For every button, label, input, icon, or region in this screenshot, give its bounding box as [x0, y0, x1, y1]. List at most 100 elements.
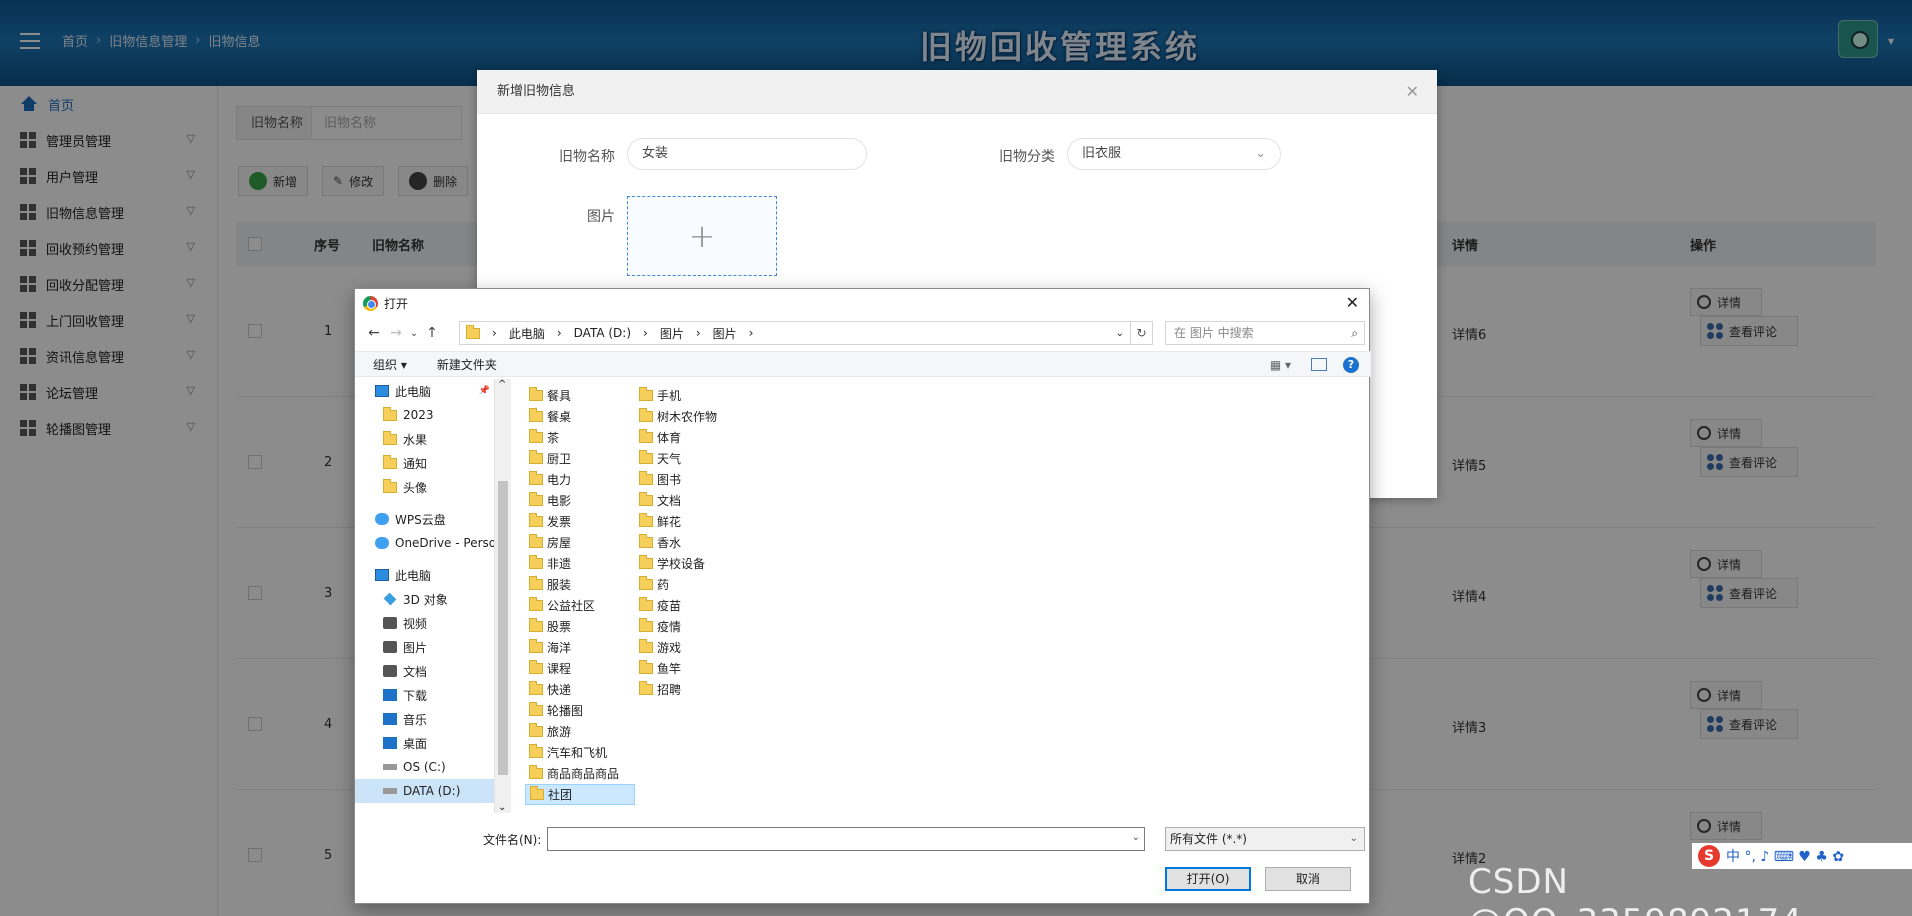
image-upload[interactable]: + [627, 196, 777, 276]
folder-item[interactable]: 餐具 [525, 385, 635, 406]
path-segment[interactable]: 图片 [713, 325, 737, 342]
tree-item[interactable]: DATA (D:) [355, 779, 494, 803]
folder-icon [529, 765, 543, 779]
chevron-down-icon[interactable]: ⌄ [407, 328, 421, 339]
folder-item[interactable]: 轮播图 [525, 700, 635, 721]
scroll-up-icon[interactable]: ^ [498, 379, 506, 390]
chevron-down-icon[interactable]: ⌄ [1116, 328, 1124, 339]
organize-button[interactable]: 组织 ▾ [373, 356, 407, 373]
folder-item[interactable]: 社团 [525, 784, 635, 805]
folder-item[interactable]: 服装 [525, 574, 635, 595]
tree-item-label: 桌面 [403, 736, 428, 751]
folder-item[interactable]: 疫苗 [635, 595, 745, 616]
folder-item[interactable]: 文档 [635, 490, 745, 511]
chevron-down-icon[interactable]: ⌄ [1132, 832, 1140, 843]
pc-icon [375, 569, 389, 581]
folder-item[interactable]: 商品商品商品 [525, 763, 635, 784]
tree-item[interactable]: 头像 [355, 475, 494, 499]
view-options-icon[interactable]: ▦ ▾ [1270, 358, 1291, 372]
folder-item[interactable]: 非遗 [525, 553, 635, 574]
folder-item[interactable]: 图书 [635, 469, 745, 490]
scroll-down-icon[interactable]: ⌄ [498, 802, 506, 813]
filename-input[interactable]: ⌄ [547, 827, 1145, 851]
filetype-select[interactable]: 所有文件 (*.*) ⌄ [1165, 827, 1365, 851]
tree-item[interactable]: OS (C:) [355, 755, 494, 779]
folder-item[interactable]: 疫情 [635, 616, 745, 637]
folder-item[interactable]: 学校设备 [635, 553, 745, 574]
folder-item[interactable]: 厨卫 [525, 448, 635, 469]
folder-item[interactable]: 公益社区 [525, 595, 635, 616]
folder-item[interactable]: 旅游 [525, 721, 635, 742]
folder-search-input[interactable]: 在 图片 中搜索 ⌕ [1165, 321, 1365, 345]
folder-label: 海洋 [547, 641, 572, 655]
folder-item[interactable]: 快递 [525, 679, 635, 700]
folder-item[interactable]: 药 [635, 574, 745, 595]
close-icon[interactable]: ✕ [1406, 82, 1419, 101]
category-select[interactable]: 旧衣服 ⌄ [1067, 138, 1281, 170]
folder-item[interactable]: 电力 [525, 469, 635, 490]
up-arrow-icon[interactable]: ↑ [421, 325, 443, 341]
folder-item[interactable]: 课程 [525, 658, 635, 679]
tree-item[interactable]: OneDrive - Perso [355, 531, 494, 555]
cancel-button[interactable]: 取消 [1265, 867, 1351, 891]
tree-item-label: 此电脑 [395, 384, 432, 399]
tree-item[interactable]: 下载 [355, 683, 494, 707]
folder-item[interactable]: 发票 [525, 511, 635, 532]
folder-item[interactable]: 树木农作物 [635, 406, 745, 427]
drive-icon [383, 788, 397, 794]
folder-item[interactable]: 鲜花 [635, 511, 745, 532]
back-arrow-icon[interactable]: ← [363, 325, 385, 341]
chevron-right-icon: › [643, 326, 648, 340]
tree-item[interactable]: 2023 [355, 403, 494, 427]
scrollbar-thumb[interactable] [498, 481, 508, 775]
forward-arrow-icon[interactable]: → [385, 325, 407, 341]
path-segment[interactable]: DATA (D:) [574, 326, 631, 340]
folder-item[interactable]: 汽车和飞机 [525, 742, 635, 763]
tree-item[interactable]: 文档 [355, 659, 494, 683]
close-icon[interactable]: ✕ [1346, 293, 1359, 312]
open-button[interactable]: 打开(O) [1165, 867, 1251, 891]
tree-item[interactable]: WPS云盘 [355, 507, 494, 531]
folder-item[interactable]: 香水 [635, 532, 745, 553]
folder-icon [466, 324, 480, 339]
blue-icon [383, 737, 397, 749]
folder-item[interactable]: 电影 [525, 490, 635, 511]
tree-item[interactable]: 视频 [355, 611, 494, 635]
tree-item[interactable]: 3D 对象 [355, 587, 494, 611]
folder-item[interactable]: 鱼竿 [635, 658, 745, 679]
cube-icon [383, 592, 397, 606]
folder-item[interactable]: 房屋 [525, 532, 635, 553]
preview-pane-icon[interactable] [1311, 358, 1327, 371]
tree-item[interactable]: 桌面 [355, 731, 494, 755]
search-icon: ⌕ [1351, 326, 1358, 340]
file-open-dialog: 打开 ✕ ← → ⌄ ↑ › 此电脑 › DATA (D:) › 图片 › 图片… [354, 288, 1371, 904]
folder-item[interactable]: 手机 [635, 385, 745, 406]
drive-icon [383, 764, 397, 770]
tree-item[interactable]: 音乐 [355, 707, 494, 731]
tree-item[interactable]: 图片 [355, 635, 494, 659]
tree-item[interactable]: 通知 [355, 451, 494, 475]
tree-scrollbar[interactable]: ^ ⌄ [495, 379, 511, 813]
folder-item[interactable]: 游戏 [635, 637, 745, 658]
tree-item[interactable]: 此电脑 📌 [355, 379, 494, 403]
folder-label: 发票 [547, 515, 572, 529]
folder-item[interactable]: 餐桌 [525, 406, 635, 427]
tree-item[interactable]: 水果 [355, 427, 494, 451]
new-folder-button[interactable]: 新建文件夹 [437, 356, 497, 373]
path-segment[interactable]: 图片 [660, 325, 684, 342]
folder-item[interactable]: 体育 [635, 427, 745, 448]
tree-item[interactable]: 此电脑 [355, 563, 494, 587]
folder-item[interactable]: 天气 [635, 448, 745, 469]
folder-item[interactable]: 股票 [525, 616, 635, 637]
folder-item[interactable]: 茶 [525, 427, 635, 448]
folder-item[interactable]: 海洋 [525, 637, 635, 658]
category-label: 旧物分类 [999, 149, 1055, 165]
folder-icon [529, 471, 543, 485]
path-segment[interactable]: 此电脑 [509, 325, 545, 342]
help-icon[interactable]: ? [1343, 357, 1359, 373]
refresh-icon[interactable]: ↻ [1131, 321, 1153, 345]
address-bar[interactable]: › 此电脑 › DATA (D:) › 图片 › 图片 › ⌄ [459, 321, 1131, 345]
name-field[interactable]: 女装 [627, 138, 867, 170]
folder-item[interactable]: 招聘 [635, 679, 745, 700]
folder-icon [529, 387, 543, 401]
